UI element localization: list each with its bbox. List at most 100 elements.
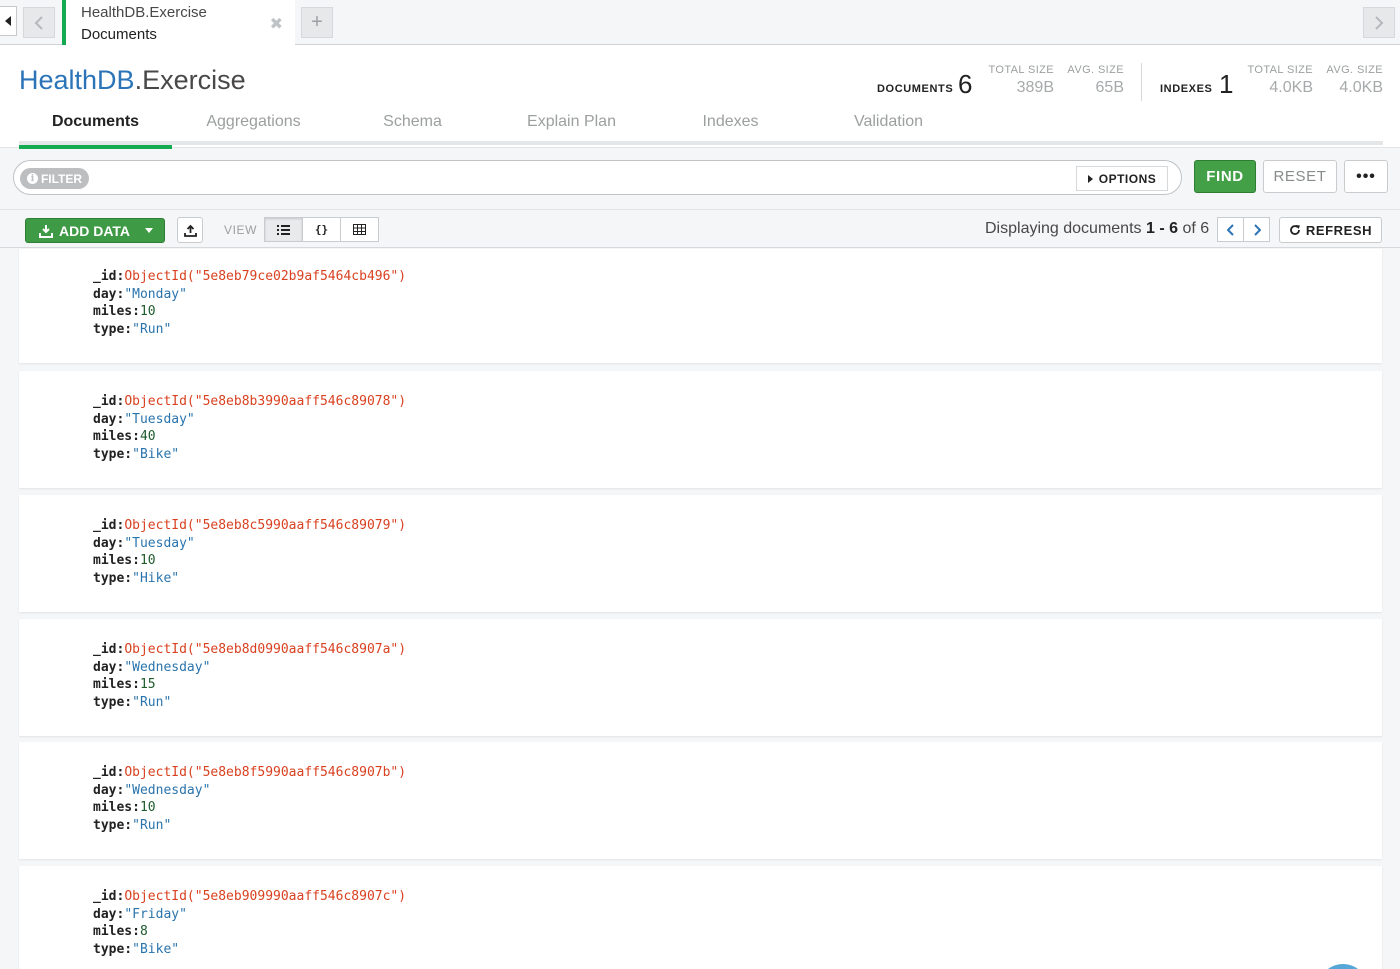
find-button[interactable]: FIND	[1194, 160, 1256, 193]
more-options-button[interactable]: •••	[1344, 160, 1388, 193]
field-key: _id:	[93, 518, 125, 533]
documents-total-size: 389B	[1016, 79, 1054, 96]
field-value: ObjectId("5e8eb79ce02b9af5464cb496")	[124, 269, 407, 284]
collection-namespace: HealthDB.Exercise	[19, 65, 246, 96]
field-key: _id:	[93, 642, 125, 657]
field-value: ObjectId("5e8eb8c5990aaff546c89079")	[124, 518, 407, 533]
field-key: type:	[93, 571, 133, 587]
field-type: type:"Hike"	[93, 570, 406, 588]
tab-schema[interactable]: Schema	[333, 113, 492, 145]
field-key: day:	[93, 286, 125, 302]
close-tab-icon[interactable]: ✖	[270, 14, 283, 34]
field-day: day:"Monday"	[93, 286, 406, 304]
new-tab-button[interactable]: +	[301, 7, 333, 38]
document-card[interactable]: _id:ObjectId("5e8eb79ce02b9af5464cb496")…	[19, 249, 1382, 363]
tab-indexes[interactable]: Indexes	[651, 113, 810, 145]
database-name-link[interactable]: HealthDB	[19, 65, 135, 95]
reset-button[interactable]: RESET	[1263, 160, 1337, 193]
document-fields: _id:ObjectId("5e8eb79ce02b9af5464cb496")…	[93, 268, 406, 339]
filter-input[interactable]: i FILTER OPTIONS	[13, 160, 1182, 195]
field-value: ObjectId("5e8eb8f5990aaff546c8907b")	[124, 765, 407, 780]
json-view-button[interactable]: {}	[302, 217, 341, 242]
document-card[interactable]: _id:ObjectId("5e8eb8b3990aaff546c89078")…	[19, 371, 1382, 488]
field-id: _id:ObjectId("5e8eb8f5990aaff546c8907b")	[93, 764, 406, 782]
chevron-right-icon	[1253, 223, 1261, 236]
previous-page-button[interactable]	[1217, 217, 1244, 242]
document-card[interactable]: _id:ObjectId("5e8eb8d0990aaff546c8907a")…	[19, 619, 1382, 736]
field-key: type:	[93, 322, 133, 338]
collection-name: .Exercise	[134, 65, 246, 95]
field-value: ObjectId("5e8eb909990aaff546c8907c")	[124, 889, 407, 904]
next-page-button[interactable]	[1243, 217, 1270, 242]
field-id: _id:ObjectId("5e8eb8c5990aaff546c89079")	[93, 517, 406, 535]
field-value: "Run"	[132, 818, 172, 834]
field-miles: miles:10	[93, 799, 406, 817]
document-fields: _id:ObjectId("5e8eb8b3990aaff546c89078")…	[93, 393, 406, 464]
field-key: type:	[93, 942, 133, 958]
display-start: 1	[1145, 220, 1155, 237]
braces-icon: {}	[314, 223, 329, 236]
field-value: "Wednesday"	[124, 659, 211, 675]
field-id: _id:ObjectId("5e8eb909990aaff546c8907c")	[93, 888, 406, 906]
field-value: "Friday"	[124, 906, 187, 922]
field-day: day:"Wednesday"	[93, 659, 406, 677]
export-collection-button[interactable]	[177, 217, 203, 243]
document-card[interactable]: _id:ObjectId("5e8eb909990aaff546c8907c")…	[19, 866, 1382, 969]
field-key: day:	[93, 659, 125, 675]
field-value: "Monday"	[124, 286, 187, 302]
indexes-count: 1	[1219, 69, 1234, 99]
field-key: day:	[93, 782, 125, 798]
field-key: type:	[93, 818, 133, 834]
table-icon	[353, 224, 366, 235]
documents-stat-label: DOCUMENTS	[877, 83, 954, 95]
table-view-button[interactable]	[340, 217, 379, 242]
field-key: type:	[93, 695, 133, 711]
filter-chip: i FILTER	[20, 168, 89, 189]
field-miles: miles:40	[93, 428, 406, 446]
tab-title: HealthDB.Exercise	[81, 4, 207, 21]
documents-avg-size-label: AVG. SIZE	[1067, 64, 1124, 76]
field-key: day:	[93, 535, 125, 551]
field-key: miles:	[93, 429, 140, 445]
tab-validation[interactable]: Validation	[809, 113, 968, 145]
tab-aggregations[interactable]: Aggregations	[174, 113, 333, 145]
field-type: type:"Bike"	[93, 941, 406, 959]
display-end: 6	[1169, 220, 1178, 237]
document-fields: _id:ObjectId("5e8eb8c5990aaff546c89079")…	[93, 517, 406, 588]
collection-header: HealthDB.Exercise DOCUMENTS 6 TOTAL SIZE…	[0, 45, 1400, 149]
field-value: "Bike"	[132, 942, 180, 958]
tab-explain-plan[interactable]: Explain Plan	[492, 113, 651, 145]
field-type: type:"Run"	[93, 694, 406, 712]
add-data-button[interactable]: ADD DATA	[25, 218, 165, 243]
download-icon	[39, 224, 53, 238]
tab-healthdb-exercise[interactable]: HealthDB.Exercise Documents ✖	[62, 0, 295, 46]
options-button[interactable]: OPTIONS	[1076, 166, 1168, 191]
field-key: miles:	[93, 800, 140, 816]
chevron-right-icon	[1375, 15, 1384, 30]
document-card[interactable]: _id:ObjectId("5e8eb8c5990aaff546c89079")…	[19, 495, 1382, 612]
list-view-button[interactable]	[264, 217, 303, 242]
field-value: 8	[139, 924, 148, 940]
field-value: "Hike"	[132, 571, 180, 587]
document-fields: _id:ObjectId("5e8eb8f5990aaff546c8907b")…	[93, 764, 406, 835]
sidebar-collapse-button[interactable]	[0, 6, 17, 36]
field-value: 10	[139, 553, 156, 569]
documents-toolbar: ADD DATA VIEW {} Displaying documents 1 …	[0, 210, 1400, 248]
display-dash: -	[1154, 220, 1170, 237]
field-key: miles:	[93, 924, 140, 940]
document-card[interactable]: _id:ObjectId("5e8eb8f5990aaff546c8907b")…	[19, 742, 1382, 859]
field-value: "Run"	[132, 695, 172, 711]
tab-scroll-left-button[interactable]	[23, 7, 55, 38]
field-key: type:	[93, 447, 133, 463]
indexes-stat-label: INDEXES	[1160, 83, 1213, 95]
field-miles: miles:10	[93, 303, 406, 321]
refresh-button[interactable]: REFRESH	[1279, 217, 1382, 243]
document-fields: _id:ObjectId("5e8eb909990aaff546c8907c")…	[93, 888, 406, 959]
tab-documents[interactable]: Documents	[19, 113, 172, 149]
tab-scroll-right-button[interactable]	[1363, 7, 1395, 38]
refresh-icon	[1289, 225, 1300, 235]
view-switcher: {}	[264, 217, 379, 242]
field-id: _id:ObjectId("5e8eb8b3990aaff546c89078")	[93, 393, 406, 411]
field-id: _id:ObjectId("5e8eb79ce02b9af5464cb496")	[93, 268, 406, 286]
field-miles: miles:10	[93, 552, 406, 570]
